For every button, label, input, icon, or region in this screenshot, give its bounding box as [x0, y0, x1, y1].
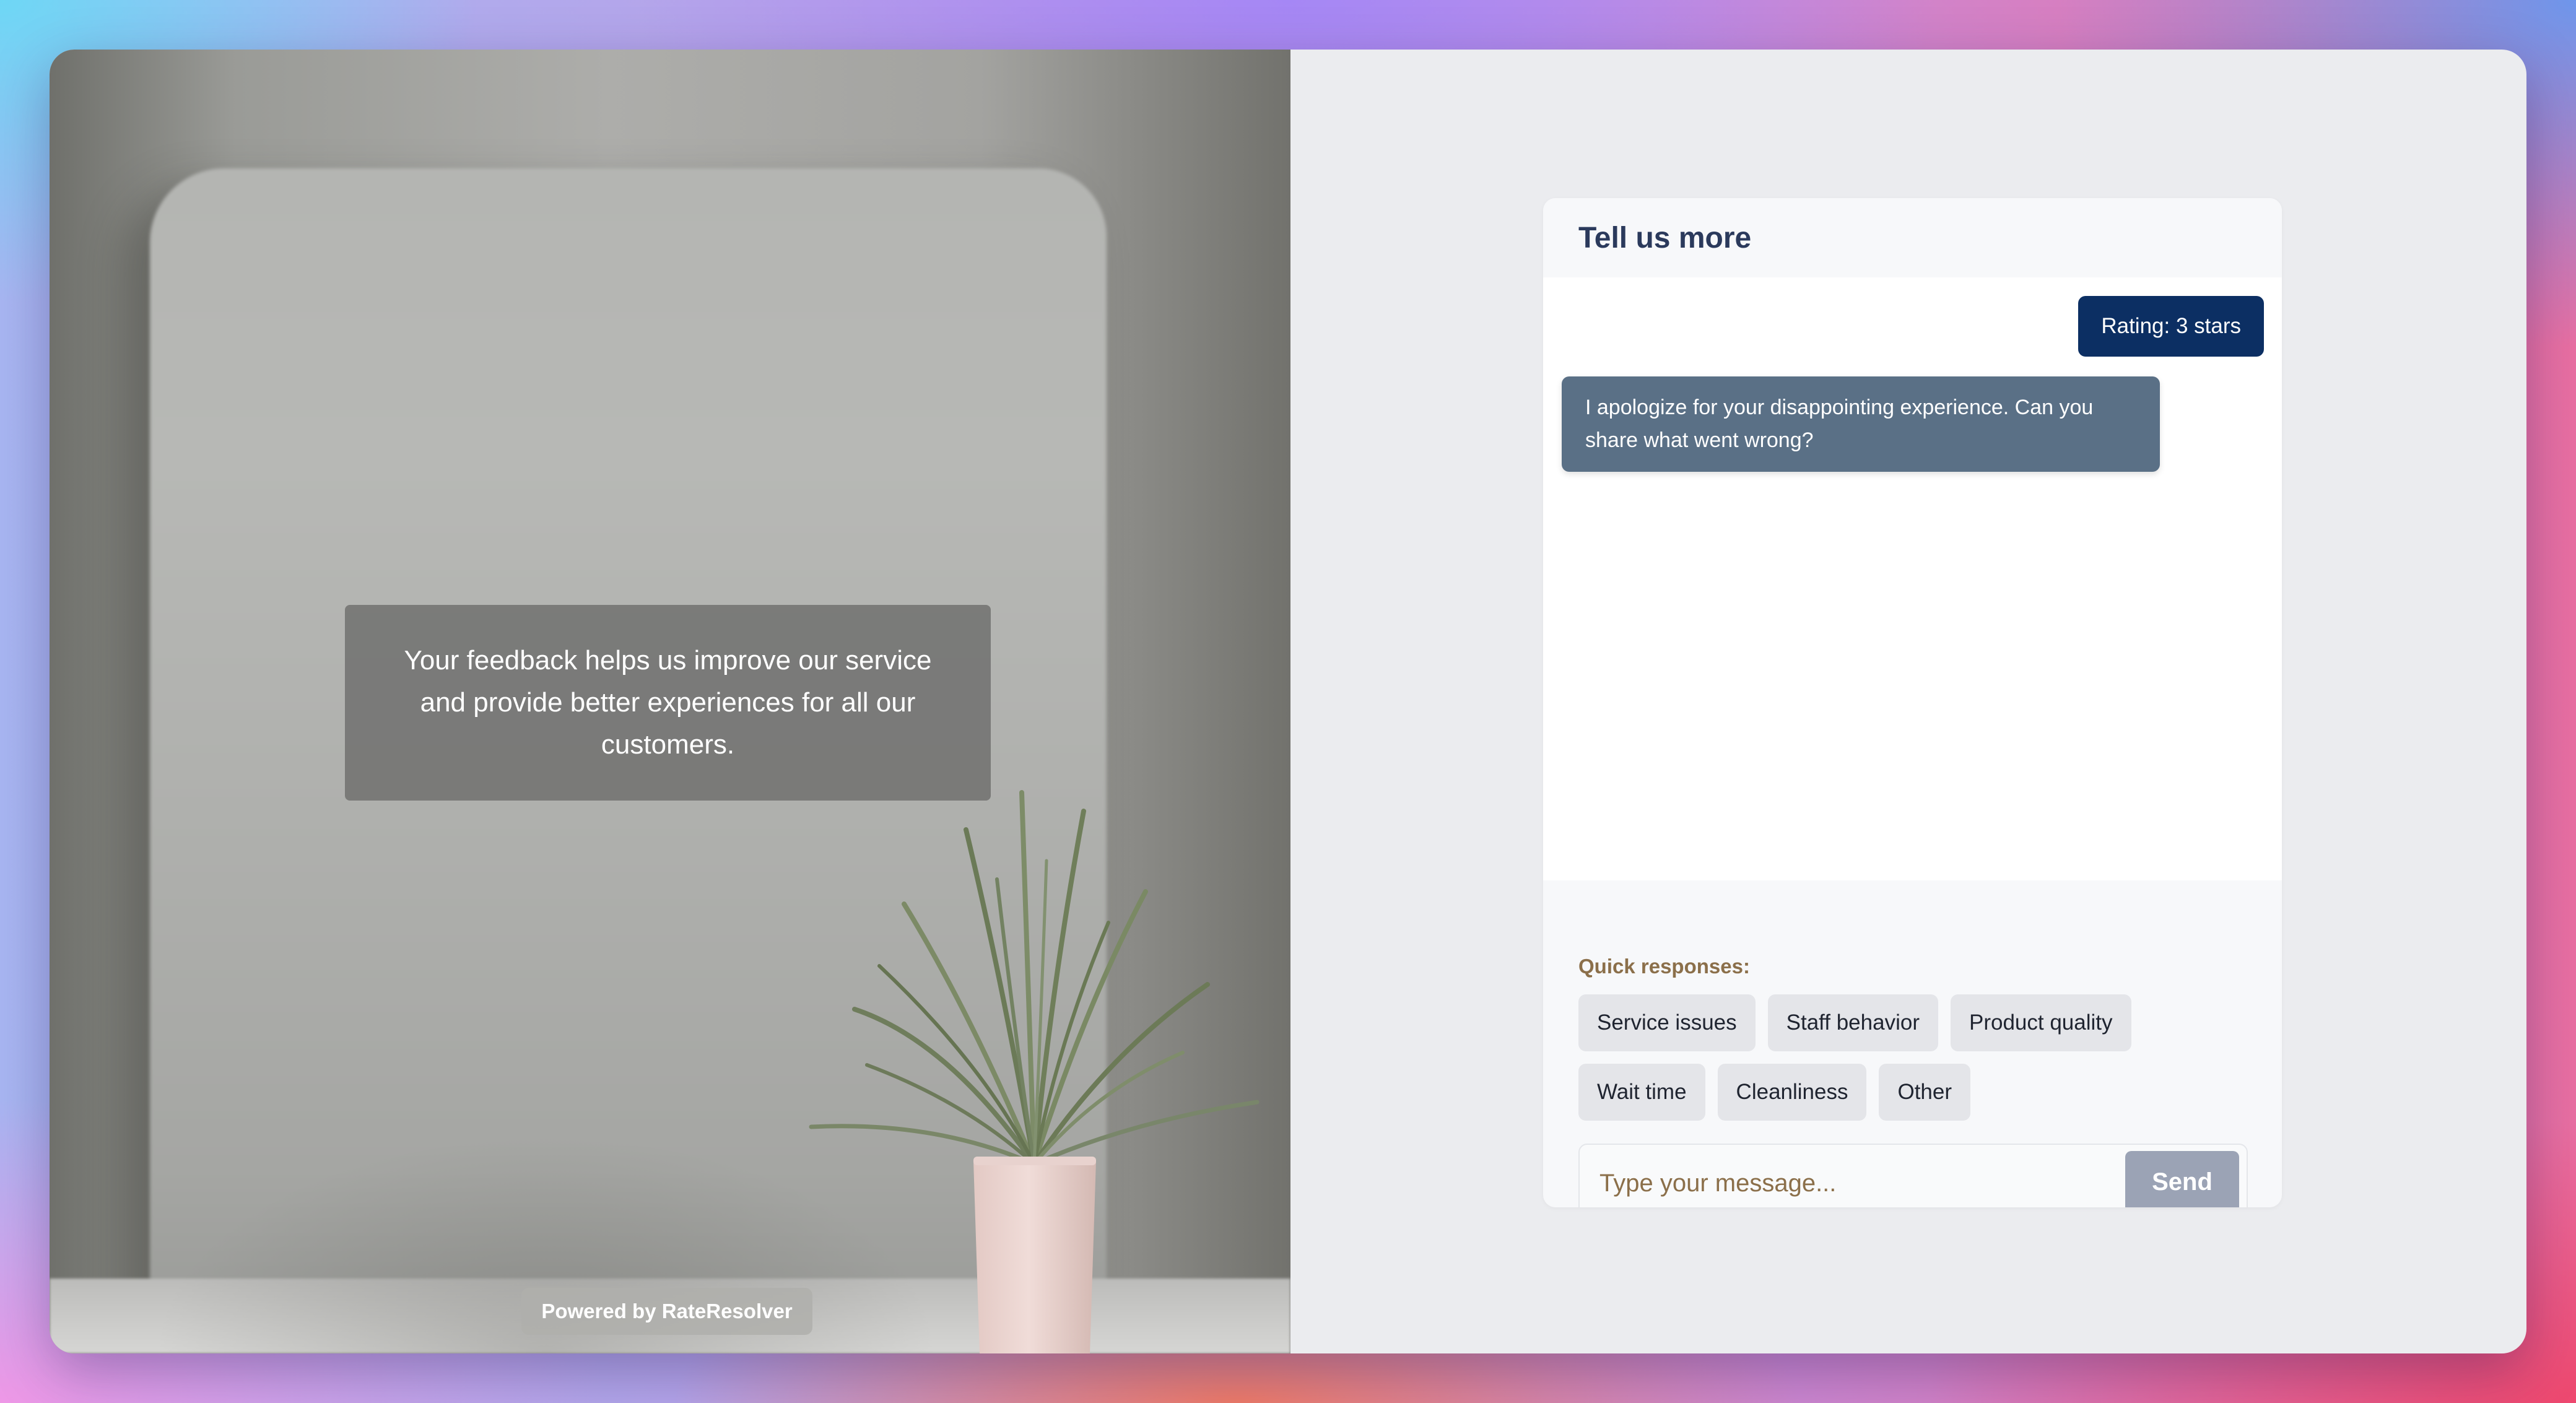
quick-responses: Service issues Staff behavior Product qu… [1578, 994, 2260, 1121]
potted-plant-image [809, 790, 1260, 1353]
powered-by-badge: Powered by RateResolver [521, 1288, 812, 1335]
send-button[interactable]: Send [2125, 1151, 2239, 1207]
message-composer: Send [1578, 1144, 2248, 1207]
user-message: Rating: 3 stars [2078, 296, 2264, 357]
quick-response-cleanliness[interactable]: Cleanliness [1717, 1064, 1867, 1121]
chat-title: Tell us more [1578, 221, 1752, 254]
background-photo: Your feedback helps us improve our servi… [50, 50, 1290, 1353]
app-window: Your feedback helps us improve our servi… [50, 50, 2526, 1353]
chat-card: Tell us more Rating: 3 stars I apologize… [1543, 198, 2282, 1207]
feedback-quote-text: Your feedback helps us improve our servi… [404, 645, 932, 760]
quick-response-wait-time[interactable]: Wait time [1578, 1064, 1705, 1121]
message-input[interactable] [1598, 1156, 2096, 1207]
quick-response-staff-behavior[interactable]: Staff behavior [1767, 994, 1938, 1051]
quick-response-service-issues[interactable]: Service issues [1578, 994, 1756, 1051]
quick-responses-label: Quick responses: [1578, 955, 1750, 978]
message-list: Rating: 3 stars I apologize for your dis… [1543, 277, 2282, 880]
quick-response-other[interactable]: Other [1879, 1064, 1971, 1121]
bot-message: I apologize for your disappointing exper… [1562, 376, 2160, 472]
quick-response-product-quality[interactable]: Product quality [1950, 994, 2131, 1051]
feedback-quote-box: Your feedback helps us improve our servi… [345, 605, 991, 801]
chat-header: Tell us more [1543, 198, 2282, 277]
